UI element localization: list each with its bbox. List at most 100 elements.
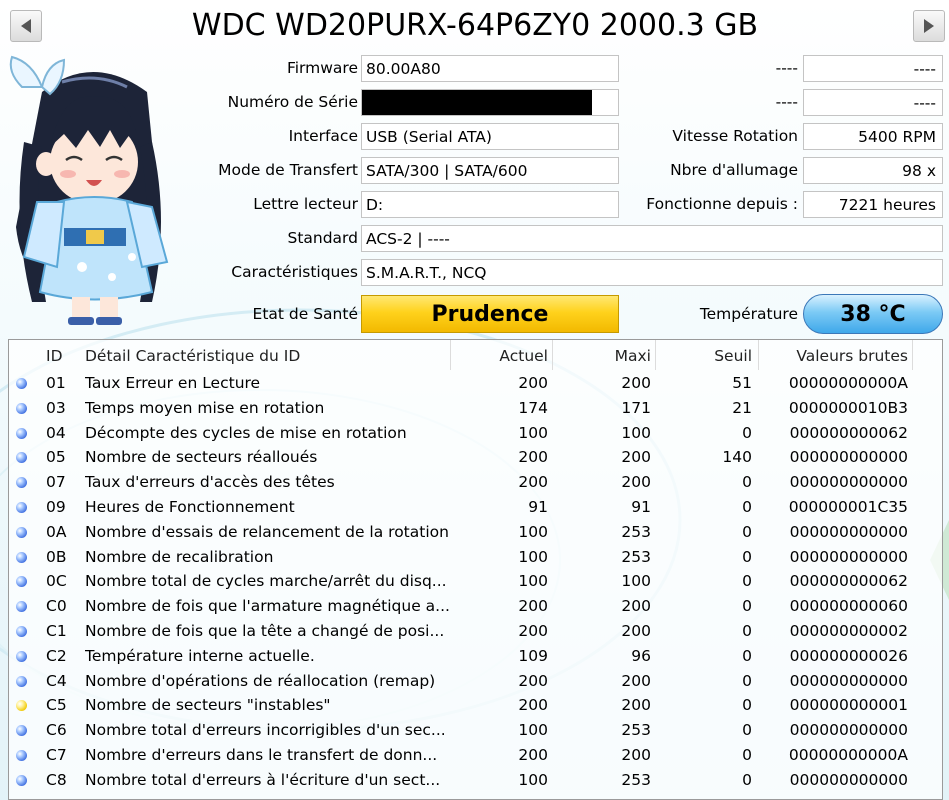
- threshold-value: 0: [742, 671, 752, 690]
- column-divider: [912, 340, 913, 370]
- column-header-id[interactable]: ID: [46, 344, 86, 369]
- threshold-value: 21: [732, 398, 752, 417]
- status-dot-icon: [16, 725, 27, 737]
- raw-value: 000000000060: [789, 597, 908, 616]
- attribute-name: Temps moyen mise en rotation: [85, 398, 325, 417]
- status-dot-icon: [16, 774, 27, 786]
- table-row[interactable]: C4 Nombre d'opérations de réallocation (r…: [9, 669, 942, 694]
- table-row[interactable]: 01 Taux Erreur en Lecture 200 200 51 00000000…: [9, 371, 942, 396]
- attribute-id: 01: [46, 374, 66, 392]
- table-row[interactable]: 03 Temps moyen mise en rotation 174 171 21 00…: [9, 396, 942, 421]
- interface-label: Interface: [288, 127, 358, 145]
- raw-value: 000000000062: [789, 423, 908, 442]
- power-on-count-value: 98 x: [803, 157, 943, 184]
- attribute-name: Taux Erreur en Lecture: [85, 374, 261, 392]
- attribute-name: Nombre total de cycles marche/arrêt du d…: [85, 572, 447, 591]
- worst-value: 200: [621, 473, 651, 492]
- worst-value: 200: [621, 374, 651, 392]
- threshold-value: 0: [742, 646, 752, 665]
- smart-attributes-table[interactable]: ID Détail Caractéristique du ID Actuel M…: [8, 339, 943, 800]
- table-row[interactable]: 04 Décompte des cycles de mise en rotatio…: [9, 421, 942, 446]
- health-status-button[interactable]: Prudence: [361, 295, 619, 333]
- worst-value: 253: [621, 547, 651, 566]
- table-row[interactable]: C6 Nombre total d'erreurs incorrigibles d…: [9, 718, 942, 743]
- previous-disk-button[interactable]: [10, 10, 42, 42]
- power-on-hours-label: Fonctionne depuis :: [646, 195, 798, 213]
- table-row[interactable]: C7 Nombre d'erreurs dans le transfert de …: [9, 743, 942, 768]
- threshold-value: 0: [742, 423, 752, 442]
- next-disk-button[interactable]: [913, 10, 945, 42]
- mascot-character: [9, 55, 169, 325]
- threshold-value: 0: [742, 696, 752, 715]
- column-header-attribute[interactable]: Détail Caractéristique du ID: [85, 344, 449, 369]
- attribute-id: 04: [46, 423, 66, 442]
- column-header-threshold[interactable]: Seuil: [657, 344, 752, 369]
- current-value: 200: [518, 597, 548, 616]
- table-header: ID Détail Caractéristique du ID Actuel M…: [9, 344, 942, 369]
- worst-value: 200: [621, 597, 651, 616]
- raw-value: 000000000000: [789, 473, 908, 492]
- column-header-current[interactable]: Actuel: [449, 344, 548, 369]
- attribute-name: Nombre total d'erreurs incorrigibles d'u…: [85, 721, 446, 740]
- status-dot-icon: [16, 750, 27, 761]
- column-header-raw-values[interactable]: Valeurs brutes: [759, 344, 908, 369]
- status-dot-icon: [16, 700, 27, 712]
- status-dot-icon: [16, 452, 27, 464]
- threshold-value: 0: [742, 473, 752, 492]
- current-value: 200: [518, 671, 548, 690]
- status-dot-icon: [16, 427, 27, 439]
- threshold-value: 0: [742, 622, 752, 640]
- attribute-id: 09: [46, 498, 66, 516]
- table-row[interactable]: C8 Nombre total d'erreurs à l'écriture d'…: [9, 768, 942, 793]
- serial-label: Numéro de Série: [227, 93, 358, 111]
- worst-value: 253: [621, 522, 651, 541]
- column-divider: [552, 340, 553, 370]
- status-dot-icon: [16, 378, 27, 389]
- raw-value: 000000000000: [789, 671, 908, 690]
- table-row[interactable]: 0B Nombre de recalibration 100 253 0 00000000…: [9, 545, 942, 570]
- table-row[interactable]: C2 Température interne actuelle. 109 96 0 000…: [9, 644, 942, 669]
- column-header-worst[interactable]: Maxi: [554, 344, 651, 369]
- drive-letter-value: D:: [361, 191, 619, 218]
- table-row[interactable]: C1 Nombre de fois que la tête a changé de…: [9, 619, 942, 644]
- worst-value: 100: [621, 572, 651, 591]
- threshold-value: 0: [742, 572, 752, 591]
- table-row[interactable]: C0 Nombre de fois que l'armature magnétiq…: [9, 594, 942, 619]
- worst-value: 200: [621, 671, 651, 690]
- firmware-value: 80.00A80: [361, 55, 619, 82]
- worst-value: 200: [621, 448, 651, 467]
- status-dot-icon: [16, 650, 27, 662]
- table-row[interactable]: 07 Taux d'erreurs d'accès des têtes 200 200…: [9, 470, 942, 495]
- table-row[interactable]: 0A Nombre d'essais de relancement de la r…: [9, 520, 942, 545]
- worst-value: 96: [631, 646, 651, 665]
- current-value: 100: [518, 721, 548, 740]
- table-row[interactable]: 09 Heures de Fonctionnement 91 91 0 000000001…: [9, 495, 942, 520]
- unknown-value-1: ----: [803, 55, 943, 82]
- health-status-label: Etat de Santé: [252, 305, 358, 323]
- column-divider: [655, 340, 656, 370]
- temperature-label: Température: [699, 305, 798, 323]
- worst-value: 100: [621, 423, 651, 442]
- raw-value: 00000000000A: [788, 374, 908, 392]
- temperature-button[interactable]: 38 °C: [803, 294, 943, 334]
- attribute-name: Nombre de recalibration: [85, 547, 274, 566]
- attribute-id: C6: [46, 721, 67, 740]
- current-value: 200: [518, 622, 548, 640]
- raw-value: 000000000002: [789, 622, 908, 640]
- threshold-value: 140: [722, 448, 752, 467]
- interface-value: USB (Serial ATA): [361, 123, 619, 150]
- worst-value: 200: [621, 696, 651, 715]
- triangle-left-icon: [21, 19, 31, 33]
- attribute-name: Nombre de fois que la tête a changé de p…: [85, 622, 445, 640]
- current-value: 200: [518, 448, 548, 467]
- attribute-name: Nombre de secteurs "instables": [85, 696, 331, 715]
- threshold-value: 0: [742, 522, 752, 541]
- raw-value: 000000000000: [789, 721, 908, 740]
- table-row[interactable]: C5 Nombre de secteurs "instables" 200 200 0 0…: [9, 693, 942, 718]
- current-value: 100: [518, 547, 548, 566]
- table-row[interactable]: 0C Nombre total de cycles marche/arrêt du…: [9, 569, 942, 594]
- table-row[interactable]: 05 Nombre de secteurs réalloués 200 200 140 0…: [9, 445, 942, 470]
- power-on-count-label: Nbre d'allumage: [670, 161, 798, 179]
- threshold-value: 0: [742, 746, 752, 764]
- worst-value: 171: [621, 398, 651, 417]
